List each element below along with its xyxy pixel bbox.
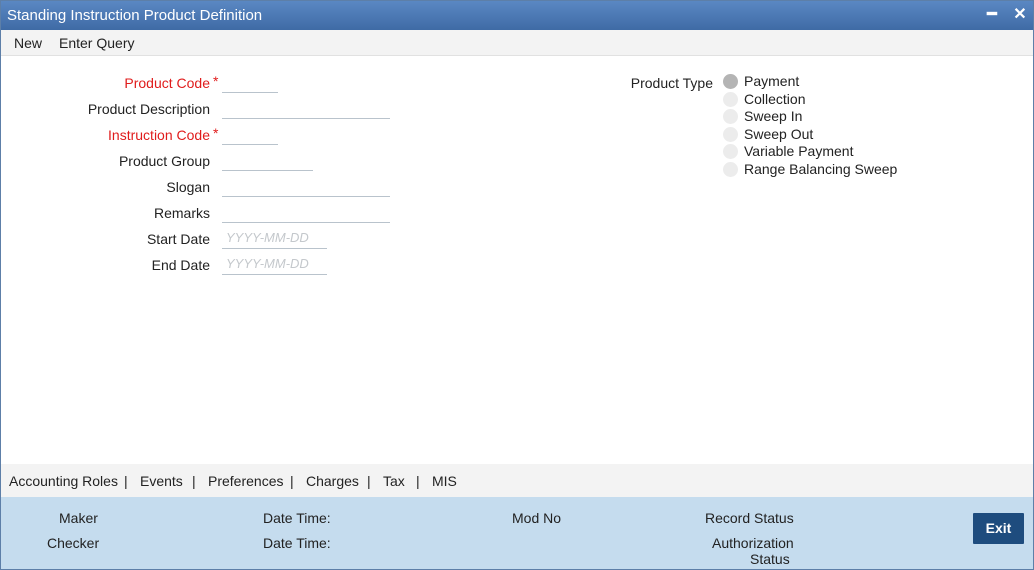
tab-mis[interactable]: MIS: [432, 473, 457, 489]
maker-label: Maker: [59, 510, 98, 526]
remarks-label: Remarks: [153, 205, 210, 221]
tab-separator: |: [367, 473, 371, 489]
radio-button-icon[interactable]: [723, 74, 738, 89]
slogan-label: Slogan: [166, 179, 210, 195]
record-status-label: Record Status: [705, 510, 794, 526]
slogan-input[interactable]: [222, 175, 390, 197]
tab-separator: |: [124, 473, 128, 489]
maker-date-time-label: Date Time:: [263, 510, 331, 526]
tab-separator: |: [192, 473, 196, 489]
tab-separator: |: [290, 473, 294, 489]
instruction-code-label: Instruction Code: [108, 127, 210, 143]
audit-footer: Maker Checker Date Time: Date Time: Mod …: [1, 497, 1033, 569]
title-bar: Standing Instruction Product Definition …: [1, 1, 1033, 30]
authorization-status-label: Authorization: [712, 535, 794, 551]
enter-query-menu-item[interactable]: Enter Query: [59, 35, 134, 51]
product-definition-window: Standing Instruction Product Definition …: [0, 0, 1034, 570]
exit-button[interactable]: Exit: [973, 513, 1024, 544]
radio-option-label: Sweep Out: [744, 126, 814, 142]
radio-button-icon[interactable]: [723, 109, 738, 124]
radio-button-icon[interactable]: [723, 144, 738, 159]
radio-button-icon[interactable]: [723, 162, 738, 177]
tab-charges[interactable]: Charges: [306, 473, 359, 489]
instruction-code-input[interactable]: [222, 123, 278, 145]
checker-date-time-label: Date Time:: [263, 535, 331, 551]
product-group-input[interactable]: [222, 149, 313, 171]
start-date-label: Start Date: [146, 231, 210, 247]
radio-option-label: Range Balancing Sweep: [744, 161, 898, 177]
product-group-label: Product Group: [118, 153, 210, 169]
tab-separator: |: [416, 473, 420, 489]
tab-preferences[interactable]: Preferences: [208, 473, 283, 489]
required-marker: *: [213, 125, 219, 141]
end-date-label: End Date: [151, 257, 210, 273]
start-date-input[interactable]: [222, 227, 327, 249]
authorization-status-label-line2: Status: [750, 551, 790, 567]
radio-button-icon[interactable]: [723, 127, 738, 142]
section-tabs: Accounting Roles | Events | Preferences …: [1, 464, 1033, 497]
tab-tax[interactable]: Tax: [383, 473, 405, 489]
radio-option-label: Collection: [744, 91, 806, 107]
radio-option-label: Payment: [744, 73, 800, 89]
tab-events[interactable]: Events: [140, 473, 183, 489]
radio-option-label: Variable Payment: [744, 143, 854, 159]
radio-button-icon[interactable]: [723, 92, 738, 107]
product-code-input[interactable]: [222, 71, 278, 93]
required-marker: *: [213, 73, 219, 89]
product-description-label: Product Description: [87, 101, 210, 117]
close-icon[interactable]: ✕: [1009, 4, 1031, 26]
minimize-icon[interactable]: ━: [981, 4, 1003, 26]
product-description-input[interactable]: [222, 97, 390, 119]
menu-bar: New Enter Query: [1, 30, 1033, 56]
new-menu-item[interactable]: New: [14, 35, 42, 51]
product-code-label: Product Code: [124, 75, 210, 91]
checker-label: Checker: [47, 535, 100, 551]
tab-accounting-roles[interactable]: Accounting Roles: [9, 473, 118, 489]
radio-option-label: Sweep In: [744, 108, 803, 124]
end-date-input[interactable]: [222, 253, 327, 275]
window-title: Standing Instruction Product Definition: [7, 7, 263, 24]
mod-no-label: Mod No: [512, 510, 562, 526]
product-type-label: Product Type: [630, 75, 713, 91]
remarks-input[interactable]: [222, 201, 390, 223]
